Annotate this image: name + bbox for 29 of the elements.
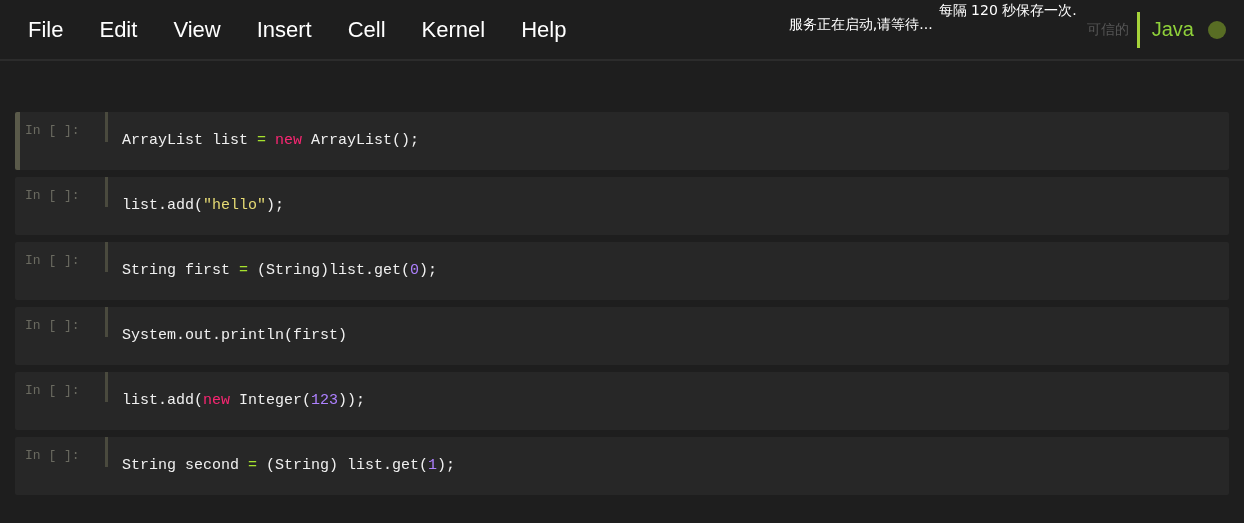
code-cell[interactable]: In [ ]: String second = (String) list.get(1); <box>15 437 1229 495</box>
menu-item[interactable]: File <box>10 16 82 43</box>
code-cell[interactable]: In [ ]: ArrayList list = new ArrayList(); <box>15 112 1229 170</box>
menu-item[interactable]: View <box>155 16 239 43</box>
kernel-name: Java <box>1151 18 1194 41</box>
code-cell[interactable]: In [ ]: list.add(new Integer(123)); <box>15 372 1229 430</box>
menu-item[interactable]: Edit <box>81 16 156 43</box>
input-prompt: In [ ]: <box>25 253 80 268</box>
code-line: ArrayList list = new ArrayList(); <box>122 132 420 151</box>
code-cell[interactable]: In [ ]: String first = (String)list.get(0); <box>15 242 1229 300</box>
code-line: list.add("hello"); <box>122 197 285 216</box>
code-line: String first = (String)list.get(0); <box>122 262 438 281</box>
menu-item[interactable]: Help <box>503 16 585 43</box>
input-prompt: In [ ]: <box>25 123 80 138</box>
menu-item[interactable]: Insert <box>238 16 330 43</box>
autosave-notification: 每隔 120 秒保存一次. <box>938 2 1077 20</box>
input-prompt: In [ ]: <box>25 318 80 333</box>
kernel-status-icon <box>1208 20 1226 39</box>
code-cell[interactable]: In [ ]: list.add("hello"); <box>15 177 1229 235</box>
menu-item[interactable]: Cell <box>329 16 404 43</box>
status-notification: 服务正在启动,请等待... <box>788 16 933 34</box>
code-line: String second = (String) list.get(1); <box>122 457 456 476</box>
menu-item[interactable]: Kernel <box>403 16 504 43</box>
code-line: list.add(new Integer(123)); <box>122 392 366 411</box>
input-prompt: In [ ]: <box>25 448 80 463</box>
code-line: System.out.println(first) <box>122 327 348 346</box>
input-prompt: In [ ]: <box>25 188 80 203</box>
input-prompt: In [ ]: <box>25 383 80 398</box>
code-cell[interactable]: In [ ]: System.out.println(first) <box>15 307 1229 365</box>
